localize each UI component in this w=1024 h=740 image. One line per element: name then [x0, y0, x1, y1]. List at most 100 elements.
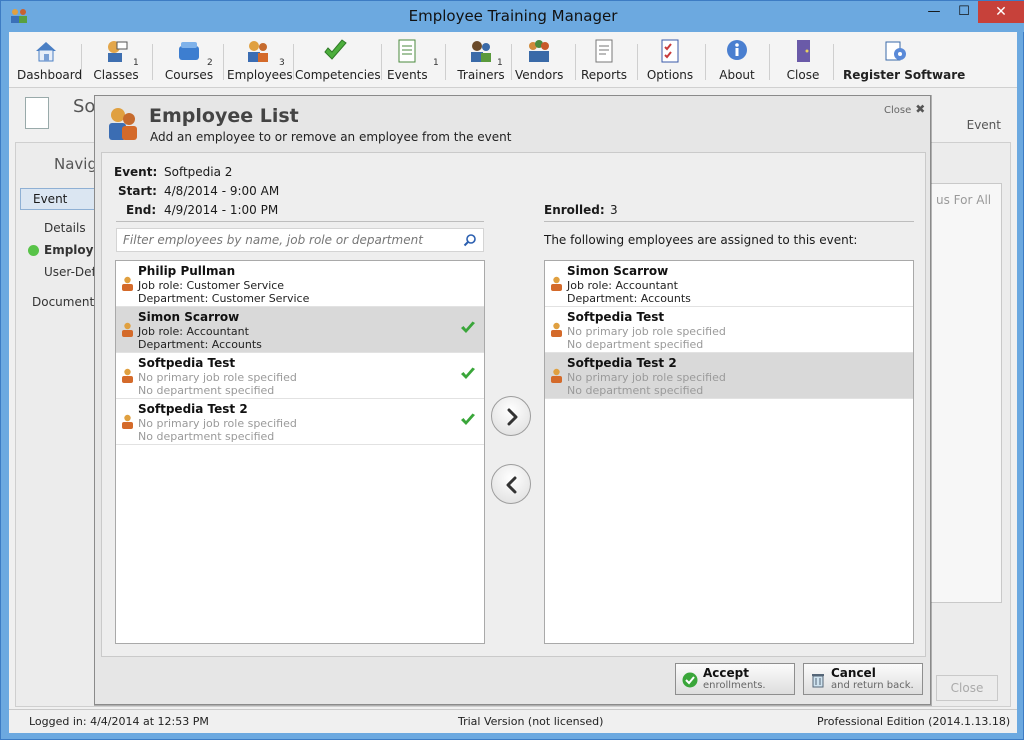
background-right-box	[928, 183, 1002, 603]
employee-department: Department: Customer Service	[138, 292, 310, 305]
employee-department: No department specified	[138, 430, 275, 443]
employee-name: Simon Scarrow	[567, 264, 669, 278]
tab-event[interactable]: Event	[20, 188, 100, 210]
enrolled-count: 3	[610, 203, 618, 217]
door-icon	[797, 40, 810, 62]
toolbar-employees[interactable]: 3 Employees	[227, 38, 293, 82]
employee-department: Department: Accounts	[567, 292, 691, 305]
info-icon	[727, 40, 747, 60]
toolbar-count: 1	[133, 58, 139, 68]
check-icon	[461, 367, 475, 379]
list-item[interactable]: Softpedia Test 2 No primary job role spe…	[545, 353, 913, 399]
accept-button[interactable]: Accept enrollments.	[675, 663, 795, 695]
status-bar: Logged in: 4/4/2014 at 12:53 PM Trial Ve…	[9, 709, 1017, 733]
dialog-subtitle: Add an employee to or remove an employee…	[150, 130, 512, 144]
toolbar-dashboard[interactable]: Dashboard	[17, 38, 82, 82]
employee-name: Philip Pullman	[138, 264, 236, 278]
employee-role: Job role: Customer Service	[138, 279, 285, 292]
person-icon	[551, 322, 562, 337]
person-icon	[122, 368, 133, 383]
toolbar-trainers[interactable]: 1 Trainers	[453, 38, 509, 82]
search-input[interactable]	[117, 229, 447, 251]
list-item[interactable]: Simon Scarrow Job role: Accountant Depar…	[116, 307, 484, 353]
toolbar-label: Reports	[581, 68, 628, 82]
employee-name: Softpedia Test	[138, 356, 236, 370]
employee-name: Softpedia Test 2	[567, 356, 677, 370]
person-icon	[551, 368, 562, 383]
register-icon	[885, 41, 906, 61]
toolbar-label: Register Software	[843, 68, 966, 82]
license-text: Trial Version (not licensed)	[458, 715, 604, 728]
person-icon	[122, 322, 133, 337]
home-icon	[36, 42, 56, 62]
search-icon[interactable]	[463, 233, 477, 247]
employee-department: No department specified	[567, 384, 704, 397]
toolbar-count: 3	[279, 58, 285, 68]
person-icon	[551, 276, 562, 291]
window-title: Employee Training Manager	[408, 7, 618, 25]
remove-from-event-button[interactable]	[491, 464, 531, 504]
add-to-event-button[interactable]	[491, 396, 531, 436]
end-label: End:	[126, 203, 157, 217]
toolbar-courses[interactable]: 2 Courses	[161, 38, 217, 82]
toolbar-vendors[interactable]: Vendors	[515, 38, 563, 82]
edition-text: Professional Edition (2014.1.13.18)	[817, 715, 1011, 728]
list-item[interactable]: Softpedia Test No primary job role speci…	[545, 307, 913, 353]
nav-documents[interactable]: Document	[32, 295, 94, 309]
document-icon	[25, 97, 49, 129]
enrolled-employees-list: Simon Scarrow Job role: Accountant Depar…	[544, 260, 914, 644]
toolbar-reports[interactable]: Reports	[581, 38, 627, 82]
event-label: Event:	[114, 165, 158, 179]
toolbar-events[interactable]: 1 Events	[387, 38, 439, 82]
cancel-button[interactable]: Cancel and return back.	[803, 663, 923, 695]
employee-filter	[116, 228, 484, 252]
toolbar-label: Courses	[164, 68, 214, 82]
toolbar-classes[interactable]: 1 Classes	[91, 38, 141, 82]
cancel-subtitle: and return back.	[831, 680, 914, 691]
available-employees-list: Philip Pullman Job role: Customer Servic…	[115, 260, 485, 644]
accept-title: Accept	[703, 666, 749, 680]
close-window-button[interactable]: ✕	[978, 1, 1024, 23]
list-item[interactable]: Softpedia Test 2 No primary job role spe…	[116, 399, 484, 445]
toolbar-label: Vendors	[515, 68, 564, 82]
employee-department: No department specified	[567, 338, 704, 351]
main-toolbar: Dashboard 1 Classes 2 Courses 3 Employee…	[9, 32, 1017, 88]
toolbar-close[interactable]: Close	[785, 38, 821, 82]
dialog-close-button[interactable]: Close ✖	[884, 102, 925, 116]
start-value: 4/8/2014 - 9:00 AM	[164, 184, 280, 198]
employee-department: No department specified	[138, 384, 275, 397]
accept-icon	[682, 672, 698, 688]
toolbar-label: Competencies	[295, 68, 381, 82]
dialog-body: Event: Softpedia 2 Start: 4/8/2014 - 9:0…	[101, 152, 926, 657]
toolbar-about[interactable]: About	[717, 38, 757, 82]
employee-name: Softpedia Test	[567, 310, 665, 324]
vendors-icon	[529, 40, 549, 62]
list-item[interactable]: Softpedia Test No primary job role speci…	[116, 353, 484, 399]
toolbar-label: About	[719, 68, 755, 82]
background-close-button[interactable]: Close	[936, 675, 998, 701]
toolbar-competencies[interactable]: Competencies	[295, 38, 381, 82]
toolbar-label: Options	[646, 68, 694, 82]
check-icon	[461, 413, 475, 425]
employees-icon	[248, 41, 268, 62]
list-item[interactable]: Philip Pullman Job role: Customer Servic…	[116, 261, 484, 307]
toolbar-options[interactable]: Options	[645, 38, 695, 82]
nav-details[interactable]: Details	[44, 221, 86, 235]
status-for-all-button[interactable]: us For All	[936, 193, 991, 207]
employee-role: Job role: Accountant	[138, 325, 249, 338]
toolbar-label: Classes	[93, 68, 139, 82]
nav-user-defined[interactable]: User-Defi	[44, 265, 99, 279]
employee-role: Job role: Accountant	[567, 279, 678, 292]
employee-role: No primary job role specified	[567, 371, 726, 384]
employee-role: No primary job role specified	[138, 417, 297, 430]
minimize-button[interactable]: —	[919, 1, 949, 23]
classes-icon	[108, 41, 128, 62]
toolbar-register[interactable]: Register Software	[843, 38, 966, 82]
check-icon	[461, 321, 475, 333]
dialog-title: Employee List	[149, 105, 299, 127]
nav-employees[interactable]: Employe	[44, 243, 102, 257]
trash-icon	[812, 674, 824, 688]
list-item[interactable]: Simon Scarrow Job role: Accountant Depar…	[545, 261, 913, 307]
cancel-title: Cancel	[831, 666, 876, 680]
maximize-button[interactable]: ☐	[949, 1, 979, 23]
